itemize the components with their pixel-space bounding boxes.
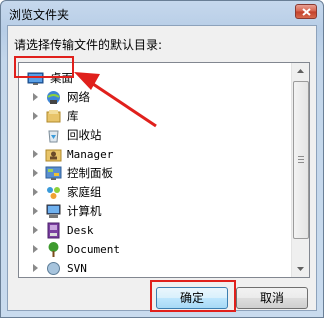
computer-icon xyxy=(46,204,61,218)
ok-button[interactable]: 确定 xyxy=(156,287,228,309)
tree-icon xyxy=(48,242,59,257)
expand-arrow-icon[interactable] xyxy=(33,207,38,215)
tree-item-label: Desk xyxy=(67,224,94,237)
annotation-highlight-desktop xyxy=(14,56,74,78)
tree-item-desk[interactable]: Desk xyxy=(19,221,289,240)
tree-item-label: Document xyxy=(67,243,120,256)
expand-arrow-icon[interactable] xyxy=(33,188,38,196)
tree-item-document[interactable]: Document xyxy=(19,240,289,259)
tree-item-label: 回收站 xyxy=(67,128,102,142)
grip-line xyxy=(298,156,304,157)
tree-item-label: 网络 xyxy=(67,90,90,104)
expand-arrow-icon[interactable] xyxy=(33,169,38,177)
tree-item-recycle-bin[interactable]: 回收站 xyxy=(19,126,289,145)
vertical-scrollbar[interactable] xyxy=(291,63,309,277)
tree-item-label: Manager xyxy=(67,148,114,161)
scroll-up-icon xyxy=(297,69,304,73)
tree-item-manager[interactable]: Manager xyxy=(19,145,289,164)
expand-arrow-icon[interactable] xyxy=(33,264,38,272)
window-title: 浏览文件夹 xyxy=(9,8,70,22)
scroll-down-icon xyxy=(297,267,304,271)
expand-arrow-icon[interactable] xyxy=(33,245,38,253)
tree-item-svn[interactable]: SVN xyxy=(19,259,289,277)
tree-item-network[interactable]: 网络 xyxy=(19,88,289,107)
user-folder-icon xyxy=(45,149,62,162)
prompt-label: 请选择传输文件的默认目录: xyxy=(14,38,163,52)
scroll-up-button[interactable] xyxy=(292,63,309,80)
library-icon xyxy=(46,110,61,123)
folder-tree[interactable]: 桌面 网络 库 回收站 Manager 控制面板 家庭组 计算机 Desk Do… xyxy=(18,62,310,278)
tree-item-label: 计算机 xyxy=(67,204,102,218)
tree-item-label: SVN xyxy=(67,262,87,275)
browse-folder-dialog: 浏览文件夹 请选择传输文件的默认目录: 桌面 网络 库 回收站 Manager … xyxy=(0,0,324,318)
homegroup-icon xyxy=(47,187,60,199)
expand-arrow-icon[interactable] xyxy=(33,93,38,101)
close-icon xyxy=(302,8,311,16)
control-panel-icon xyxy=(45,166,62,180)
expand-arrow-icon[interactable] xyxy=(33,150,38,158)
recycle-bin-icon xyxy=(48,130,59,143)
tree-item-label: 家庭组 xyxy=(67,185,102,199)
tree-item-computer[interactable]: 计算机 xyxy=(19,202,289,221)
cancel-button[interactable]: 取消 xyxy=(236,287,308,309)
scroll-down-button[interactable] xyxy=(292,260,309,277)
svn-icon xyxy=(47,262,60,275)
dialog-body: 请选择传输文件的默认目录: 桌面 网络 库 回收站 Manager 控制面板 家… xyxy=(7,25,317,312)
expand-arrow-icon[interactable] xyxy=(33,226,38,234)
grip-line xyxy=(298,159,304,160)
scroll-thumb[interactable] xyxy=(293,81,309,239)
tree-item-library[interactable]: 库 xyxy=(19,107,289,126)
close-button[interactable] xyxy=(295,4,317,19)
drive-icon xyxy=(47,222,60,239)
tree-item-control-panel[interactable]: 控制面板 xyxy=(19,164,289,183)
tree-item-label: 控制面板 xyxy=(67,166,113,180)
grip-line xyxy=(298,162,304,163)
tree-item-label: 库 xyxy=(67,109,79,123)
title-bar[interactable]: 浏览文件夹 xyxy=(1,1,323,25)
expand-arrow-icon[interactable] xyxy=(33,112,38,120)
tree-item-homegroup[interactable]: 家庭组 xyxy=(19,183,289,202)
network-icon xyxy=(47,91,60,104)
